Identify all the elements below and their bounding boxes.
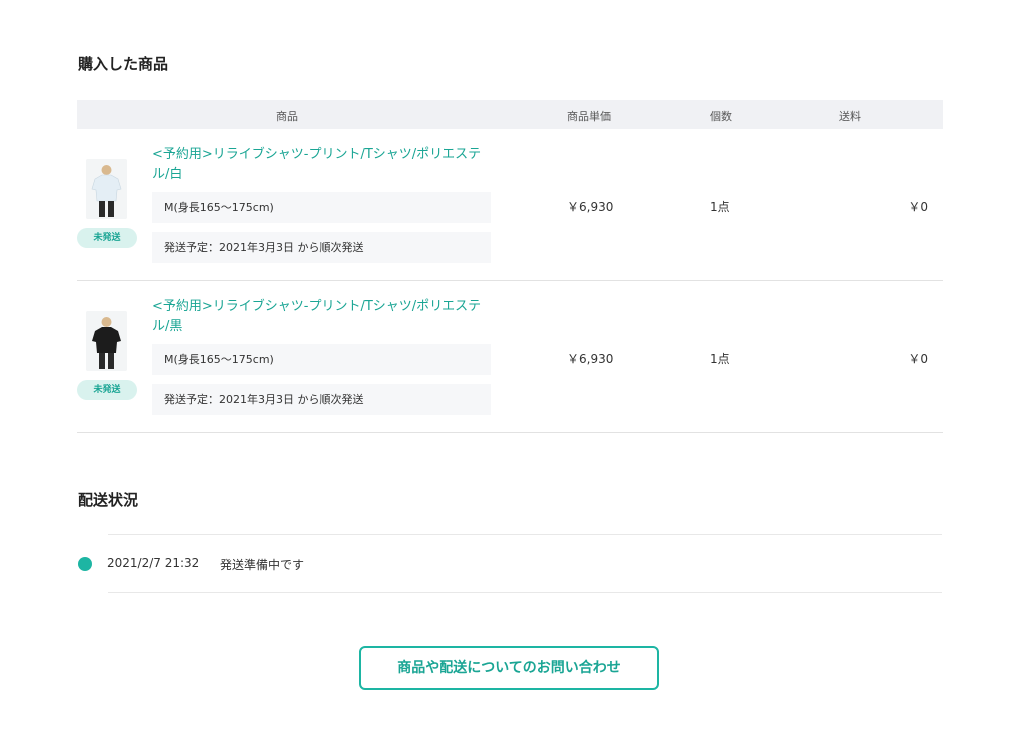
- product-thumbnail[interactable]: [86, 311, 127, 371]
- shipping-fee: ￥0: [908, 352, 928, 366]
- product-name-link[interactable]: <予約用>リライブシャツ-プリント/Tシャツ/ポリエステル/白: [152, 145, 492, 185]
- shipping-schedule: 発送予定：2021年3月3日 から順次発送: [152, 384, 491, 415]
- quantity: 1点: [710, 200, 730, 214]
- divider: [108, 534, 942, 535]
- purchased-items-title: 購入した商品: [78, 55, 169, 73]
- product-option: M(身長165〜175cm): [152, 192, 491, 223]
- shipping-status-title: 配送状況: [78, 491, 139, 509]
- product-option: M(身長165〜175cm): [152, 344, 491, 375]
- table-row: 未発送 <予約用>リライブシャツ-プリント/Tシャツ/ポリエステル/白 M(身長…: [77, 129, 943, 281]
- header-quantity: 個数: [710, 110, 732, 123]
- status-datetime: 2021/2/7 21:32: [107, 556, 200, 570]
- header-unit-price: 商品単価: [567, 110, 611, 123]
- purchased-items-table: 商品 商品単価 個数 送料 未発送 <予約用>リライブシャツ-プリント/Tシャツ…: [77, 100, 943, 433]
- product-thumbnail[interactable]: [86, 159, 127, 219]
- unit-price: ￥6,930: [567, 352, 614, 366]
- quantity: 1点: [710, 352, 730, 366]
- header-product: 商品: [276, 110, 298, 123]
- product-name-link[interactable]: <予約用>リライブシャツ-プリント/Tシャツ/ポリエステル/黒: [152, 297, 492, 337]
- header-shipping: 送料: [839, 110, 861, 123]
- divider: [108, 592, 942, 593]
- unit-price: ￥6,930: [567, 200, 614, 214]
- status-message: 発送準備中です: [220, 558, 305, 572]
- status-dot-icon: [78, 557, 92, 571]
- status-badge: 未発送: [77, 228, 137, 248]
- shipping-schedule: 発送予定：2021年3月3日 から順次発送: [152, 232, 491, 263]
- contact-inquiry-button[interactable]: 商品や配送についてのお問い合わせ: [359, 646, 659, 690]
- shipping-fee: ￥0: [908, 200, 928, 214]
- table-row: 未発送 <予約用>リライブシャツ-プリント/Tシャツ/ポリエステル/黒 M(身長…: [77, 281, 943, 433]
- table-header: 商品 商品単価 個数 送料: [77, 100, 943, 129]
- status-badge: 未発送: [77, 380, 137, 400]
